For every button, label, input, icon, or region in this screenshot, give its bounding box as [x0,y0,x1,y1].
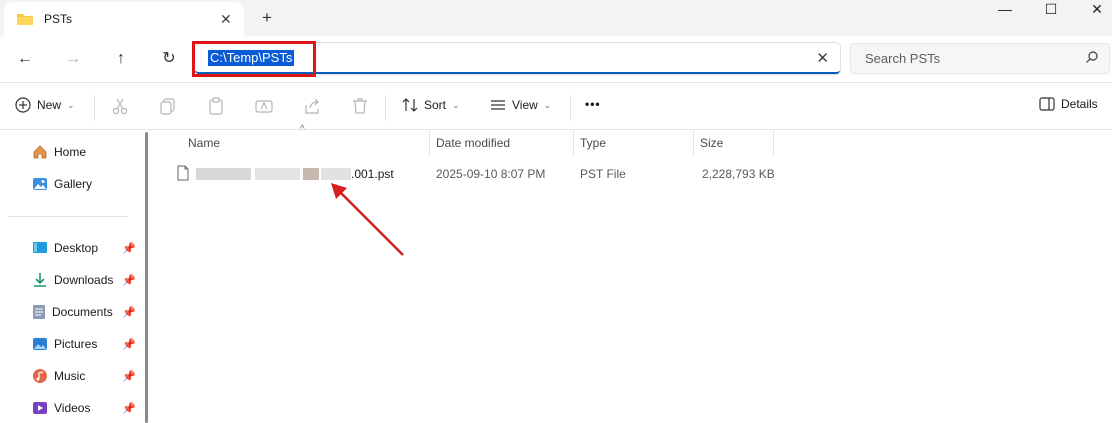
sidebar-item-label: Gallery [54,177,93,191]
view-button[interactable]: View ⌄ [490,97,551,113]
column-header-name[interactable]: Name [188,136,220,150]
copy-icon[interactable] [158,96,178,116]
file-date: 2025-09-10 8:07 PM [436,167,546,181]
sidebar-item-label: Downloads [54,273,114,287]
refresh-button[interactable]: ↻ [157,48,181,72]
pin-icon: 📌 [122,371,136,383]
navigation-pane: Home Gallery Desktop 📌 Downloads 📌 Docum… [0,130,146,423]
redacted-filename [196,168,251,180]
column-separator[interactable] [693,130,694,156]
search-placeholder: Search PSTs [865,51,941,66]
back-button[interactable]: ← [13,48,37,72]
chevron-down-icon: ⌄ [452,99,460,110]
sidebar-item-label: Music [54,369,86,383]
details-label: Details [1061,97,1098,111]
rename-icon[interactable] [254,96,274,116]
sidebar-item-label: Pictures [54,337,98,351]
redacted-filename [303,168,319,180]
sidebar-item-downloads[interactable]: Downloads [32,270,113,290]
chevron-down-icon: ⌄ [543,99,552,110]
sort-icon [402,98,418,112]
sidebar-item-label: Documents [52,305,113,319]
sidebar-item-label: Home [54,145,87,159]
music-icon [33,369,47,383]
tab-psts[interactable]: PSTs ✕ [4,2,244,36]
new-label: New [37,98,62,112]
address-highlight-box [192,41,316,77]
sidebar-item-label: Videos [54,401,91,415]
command-bar: New ⌄ Sort ⌄ View ⌄ ••• Details [0,83,1112,129]
column-header-size[interactable]: Size [700,136,723,150]
file-size: 2,228,793 KB [702,167,775,181]
sort-button[interactable]: Sort ⌄ [402,97,460,113]
home-icon [33,145,47,159]
annotation-arrow [331,183,404,256]
chevron-down-icon: ⌄ [67,99,75,110]
cut-icon[interactable] [110,96,130,116]
sidebar-scrollbar[interactable] [145,132,148,423]
title-bar: PSTs ✕ + — ☐ ✕ [0,0,1112,36]
toolbar-separator [385,95,386,121]
column-separator[interactable] [429,130,430,156]
sidebar-item-label: Desktop [54,241,99,255]
sidebar-divider [8,216,128,217]
maximize-button[interactable]: ☐ [1028,0,1074,20]
more-options-button[interactable]: ••• [585,97,601,111]
sort-ascending-icon: ^ [300,124,305,135]
details-button[interactable]: Details [1039,97,1098,111]
downloads-icon [34,273,46,287]
sidebar-item-documents[interactable]: Documents [32,302,113,322]
videos-icon [33,402,47,414]
share-icon[interactable] [302,96,322,116]
pin-icon: 📌 [122,339,136,351]
up-button[interactable]: ↑ [109,48,133,72]
toolbar-separator [94,95,95,121]
pin-icon: 📌 [122,307,136,319]
search-icon[interactable] [1085,50,1099,67]
sidebar-item-gallery[interactable]: Gallery [32,174,92,194]
documents-icon [33,305,45,319]
column-separator[interactable] [573,130,574,156]
sidebar-item-videos[interactable]: Videos [32,398,90,418]
pin-icon: 📌 [122,243,136,255]
delete-icon[interactable] [350,96,370,116]
forward-button[interactable]: → [61,48,85,72]
redacted-filename [255,168,300,180]
close-window-button[interactable]: ✕ [1074,0,1112,20]
paste-icon[interactable] [206,96,226,116]
pin-icon: 📌 [122,275,136,287]
details-pane-icon [1039,97,1055,111]
minimize-button[interactable]: — [982,0,1028,20]
new-tab-button[interactable]: + [262,8,272,28]
plus-circle-icon [15,97,31,113]
sort-label: Sort [424,98,447,112]
sidebar-item-desktop[interactable]: Desktop [32,238,98,258]
file-icon [177,165,189,184]
toolbar-separator [570,95,571,121]
clear-address-icon[interactable]: ✕ [816,49,829,67]
tab-title: PSTs [44,12,73,26]
pin-icon: 📌 [122,403,136,415]
search-box[interactable]: Search PSTs [850,43,1110,74]
column-header-type[interactable]: Type [580,136,606,150]
file-type: PST File [580,167,626,181]
view-icon [491,100,505,110]
sidebar-item-pictures[interactable]: Pictures [32,334,97,354]
view-label: View [512,98,538,112]
sidebar-item-home[interactable]: Home [32,142,86,162]
navigation-bar: ← → ↑ ↻ C:\Temp\PSTs ✕ Search PSTs [0,36,1112,82]
desktop-icon [33,242,47,253]
gallery-icon [33,178,47,190]
tab-close-icon[interactable]: ✕ [220,11,232,28]
pictures-icon [33,338,47,350]
file-list: ^ Name Date modified Type Size .001.pst … [157,124,1112,423]
new-button[interactable]: New ⌄ [15,97,75,113]
sidebar-item-music[interactable]: Music [32,366,85,386]
folder-icon [16,12,34,29]
column-header-date[interactable]: Date modified [436,136,510,150]
column-separator[interactable] [773,130,774,156]
